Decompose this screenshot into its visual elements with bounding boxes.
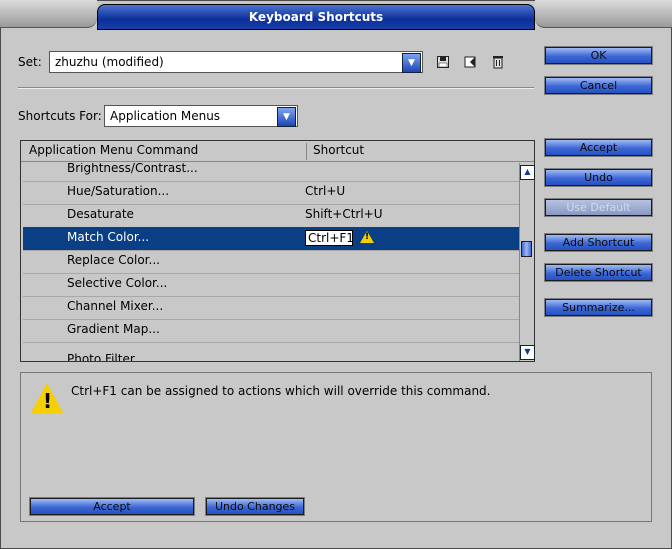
table-row[interactable]: Photo Filter... [23,349,519,361]
command-cell: Gradient Map... [67,322,160,336]
new-set-icon[interactable] [463,56,477,70]
use-default-button[interactable]: Use Default [544,198,653,217]
undo-button[interactable]: Undo [544,168,653,187]
warning-icon [360,231,374,243]
delete-icon[interactable] [491,55,505,69]
table-body: Brightness/Contrast... Hue/Saturation...… [23,163,519,361]
table-row[interactable]: Brightness/Contrast... [23,163,519,182]
table-row[interactable]: Channel Mixer... [23,296,519,320]
titlebar-right-cap [535,0,672,28]
chevron-down-icon[interactable]: ▼ [277,107,296,127]
command-cell: Replace Color... [67,253,160,267]
shortcuts-table: Application Menu Command Shortcut Bright… [20,140,535,362]
summarize-button[interactable]: Summarize... [544,298,653,317]
vertical-scrollbar[interactable]: ▲ ▼ [519,163,535,361]
shortcuts-for-label: Shortcuts For: [18,109,102,123]
scroll-down-icon[interactable]: ▼ [520,345,535,360]
scroll-up-icon[interactable]: ▲ [520,165,535,180]
add-shortcut-button[interactable]: Add Shortcut [544,233,653,252]
command-cell: Hue/Saturation... [67,184,170,198]
titlebar-left-cap [0,0,97,28]
table-row-selected[interactable]: Match Color... Ctrl+F1 [23,227,519,251]
command-cell: Brightness/Contrast... [67,163,198,175]
scrollbar-thumb[interactable] [521,241,532,257]
separator [18,87,534,89]
chevron-down-icon[interactable]: ▼ [402,53,421,73]
conflict-message: Ctrl+F1 can be assigned to actions which… [71,384,491,398]
table-row[interactable]: Hue/Saturation... Ctrl+U [23,181,519,205]
undo-changes-button[interactable]: Undo Changes [205,497,305,516]
column-header-shortcut[interactable]: Shortcut [313,143,364,157]
save-icon[interactable] [436,56,450,70]
table-header: Application Menu Command Shortcut [21,141,534,162]
command-cell: Desaturate [67,207,134,221]
shortcut-edit-field[interactable]: Ctrl+F1 [305,230,354,246]
shortcuts-for-value: Application Menus [110,109,221,123]
set-label: Set: [18,55,42,69]
column-divider[interactable] [306,143,307,160]
set-value: zhuzhu (modified) [55,55,164,69]
command-cell: Match Color... [67,230,150,244]
message-accept-button[interactable]: Accept [29,497,195,516]
set-dropdown[interactable]: zhuzhu (modified) ▼ [49,51,423,73]
table-row[interactable]: Gradient Map... [23,319,519,343]
shortcut-cell[interactable]: Shift+Ctrl+U [305,207,383,221]
shortcuts-for-dropdown[interactable]: Application Menus ▼ [104,105,298,127]
table-row[interactable]: Selective Color... [23,273,519,297]
message-panel: Ctrl+F1 can be assigned to actions which… [20,372,652,522]
command-cell: Channel Mixer... [67,299,164,313]
command-cell: Photo Filter... [67,352,146,361]
table-row[interactable]: Replace Color... [23,250,519,274]
warning-icon [31,383,63,413]
ok-button[interactable]: OK [544,46,653,65]
accept-button[interactable]: Accept [544,138,653,157]
table-row[interactable]: Desaturate Shift+Ctrl+U [23,204,519,228]
column-header-command[interactable]: Application Menu Command [29,143,198,157]
cancel-button[interactable]: Cancel [544,76,653,95]
dialog-title[interactable]: Keyboard Shortcuts [97,4,535,30]
shortcut-cell[interactable]: Ctrl+U [305,184,345,198]
delete-shortcut-button[interactable]: Delete Shortcut [544,263,653,282]
command-cell: Selective Color... [67,276,168,290]
